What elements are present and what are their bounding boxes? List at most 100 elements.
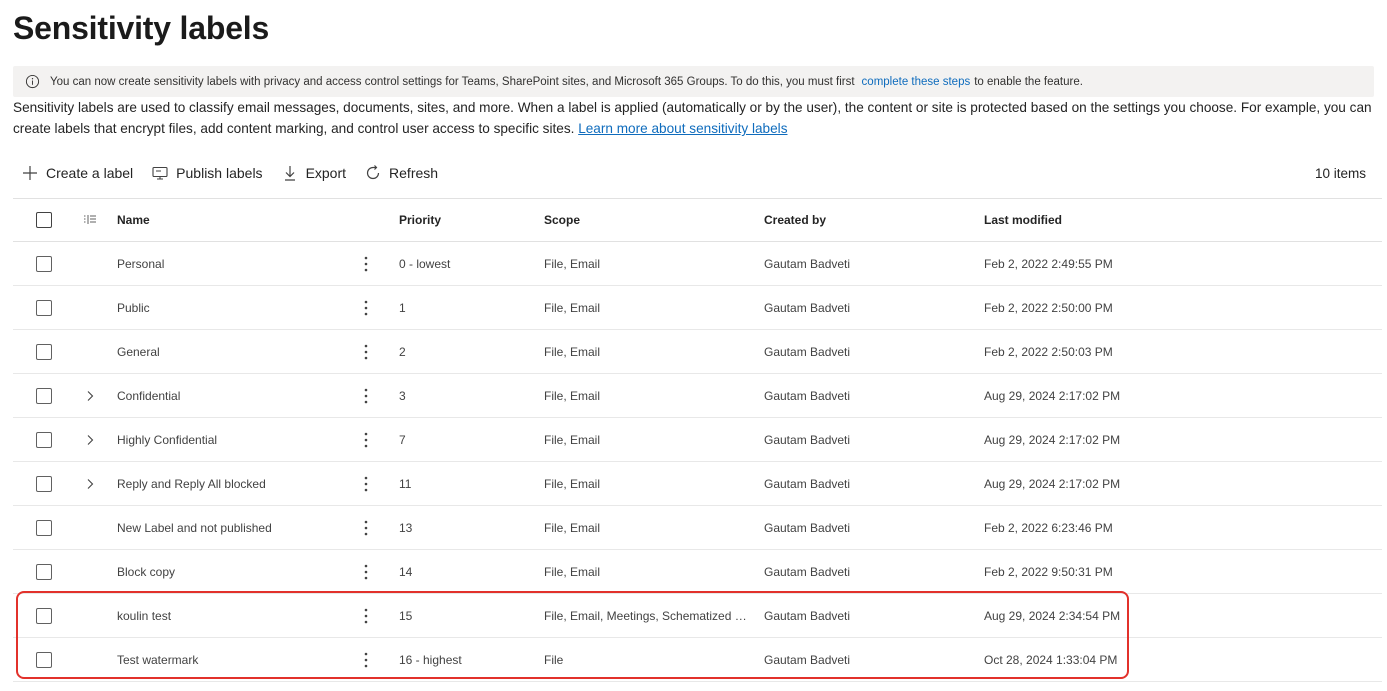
column-header-last-modified[interactable]: Last modified [984,199,1204,241]
more-vertical-icon[interactable] [364,608,368,624]
label-created-by: Gautam Badveti [764,608,851,623]
label-scope: File, Email, Meetings, Schematized d... [544,594,749,637]
table-row[interactable]: Block copy 14 File, Email Gautam Badveti… [13,550,1382,594]
plus-icon [23,166,37,180]
row-expand-cell [82,418,98,461]
label-created-by: Gautam Badveti [764,652,851,667]
select-all-checkbox[interactable] [36,212,52,228]
more-actions-cell [356,638,376,681]
row-select-cell [36,550,54,593]
row-checkbox[interactable] [36,519,52,536]
more-actions-cell [356,242,376,285]
sensitivity-labels-page: Sensitivity labels You can now create se… [0,0,1387,691]
chevron-right-icon[interactable] [86,390,94,402]
row-expand-cell [82,594,98,637]
row-checkbox[interactable] [36,563,52,580]
row-select-cell [36,330,54,373]
column-list-icon[interactable] [83,214,97,226]
table-row[interactable]: koulin test 15 File, Email, Meetings, Sc… [13,594,1382,638]
label-scope: File, Email [544,506,749,549]
label-last-modified: Aug 29, 2024 2:17:02 PM [984,432,1121,447]
more-vertical-icon[interactable] [364,344,368,360]
label-scope-text: File, Email [544,564,601,579]
table-row[interactable]: Public 1 File, Email Gautam Badveti Feb … [13,286,1382,330]
label-scope-text: File, Email [544,344,601,359]
label-name[interactable]: Reply and Reply All blocked [117,462,347,505]
row-checkbox[interactable] [36,475,52,492]
row-checkbox[interactable] [36,607,52,624]
more-vertical-icon[interactable] [364,388,368,404]
page-title: Sensitivity labels [13,10,270,46]
refresh-button[interactable]: Refresh [356,158,448,188]
label-created-by: Gautam Badveti [764,432,851,447]
table-row[interactable]: Reply and Reply All blocked 11 File, Ema… [13,462,1382,506]
learn-more-link[interactable]: Learn more about sensitivity labels [578,121,787,136]
more-vertical-icon[interactable] [364,300,368,316]
label-scope: File [544,638,749,681]
label-name[interactable]: New Label and not published [117,506,347,549]
create-label-button[interactable]: Create a label [13,158,143,188]
table-row[interactable]: New Label and not published 13 File, Ema… [13,506,1382,550]
download-icon [284,166,295,181]
more-vertical-icon[interactable] [364,476,368,492]
label-created-by: Gautam Badveti [764,300,851,315]
more-vertical-icon[interactable] [364,652,368,668]
row-select-cell [36,418,54,461]
label-name[interactable]: General [117,330,347,373]
more-vertical-icon[interactable] [364,256,368,272]
column-header-name[interactable]: Name [117,199,347,241]
table-row[interactable]: Personal 0 - lowest File, Email Gautam B… [13,242,1382,286]
row-checkbox[interactable] [36,387,52,404]
label-created-by: Gautam Badveti [764,564,851,579]
label-name[interactable]: Block copy [117,550,347,593]
label-scope-text: File, Email, Meetings, Schematized d... [544,608,749,623]
row-checkbox[interactable] [36,431,52,448]
chevron-right-icon[interactable] [86,478,94,490]
label-scope-text: File, Email [544,520,601,535]
row-checkbox[interactable] [36,299,52,316]
row-select-cell [36,638,54,681]
more-vertical-icon[interactable] [364,432,368,448]
label-priority: 14 [399,564,413,579]
row-expand-cell [82,506,98,549]
row-checkbox[interactable] [36,651,52,668]
table-header: Name Priority Scope Created by Last modi… [13,198,1382,242]
chevron-right-icon[interactable] [86,434,94,446]
label-priority: 16 - highest [399,652,462,667]
label-name[interactable]: Highly Confidential [117,418,347,461]
label-name[interactable]: koulin test [117,594,347,637]
label-name[interactable]: Personal [117,242,347,285]
more-vertical-icon[interactable] [364,520,368,536]
label-priority: 3 [399,388,406,403]
column-options-cell [82,199,98,241]
label-name[interactable]: Public [117,286,347,329]
label-last-modified: Aug 29, 2024 2:34:54 PM [984,608,1121,623]
complete-steps-link[interactable]: complete these steps [862,76,971,88]
column-header-created-by[interactable]: Created by [764,199,964,241]
table-row[interactable]: Confidential 3 File, Email Gautam Badvet… [13,374,1382,418]
more-actions-cell [356,594,376,637]
label-scope: File, Email [544,418,749,461]
more-actions-cell [356,374,376,417]
table-row[interactable]: Test watermark 16 - highest File Gautam … [13,638,1382,682]
export-button[interactable]: Export [273,158,356,188]
more-actions-cell [356,418,376,461]
row-checkbox[interactable] [36,255,52,272]
row-expand-cell [82,330,98,373]
label-last-modified: Feb 2, 2022 6:23:46 PM [984,520,1113,535]
label-scope: File, Email [544,286,749,329]
row-checkbox[interactable] [36,343,52,360]
banner-suffix: to enable the feature. [974,75,1083,88]
more-vertical-icon[interactable] [364,564,368,580]
label-name[interactable]: Confidential [117,374,347,417]
row-select-cell [36,462,54,505]
publish-labels-button[interactable]: Publish labels [143,158,272,188]
select-all-cell [36,199,54,241]
table-row[interactable]: Highly Confidential 7 File, Email Gautam… [13,418,1382,462]
table-row[interactable]: General 2 File, Email Gautam Badveti Feb… [13,330,1382,374]
column-header-priority[interactable]: Priority [399,199,529,241]
label-name[interactable]: Test watermark [117,638,347,681]
more-actions-cell [356,286,376,329]
row-expand-cell [82,242,98,285]
column-header-scope[interactable]: Scope [544,199,749,241]
